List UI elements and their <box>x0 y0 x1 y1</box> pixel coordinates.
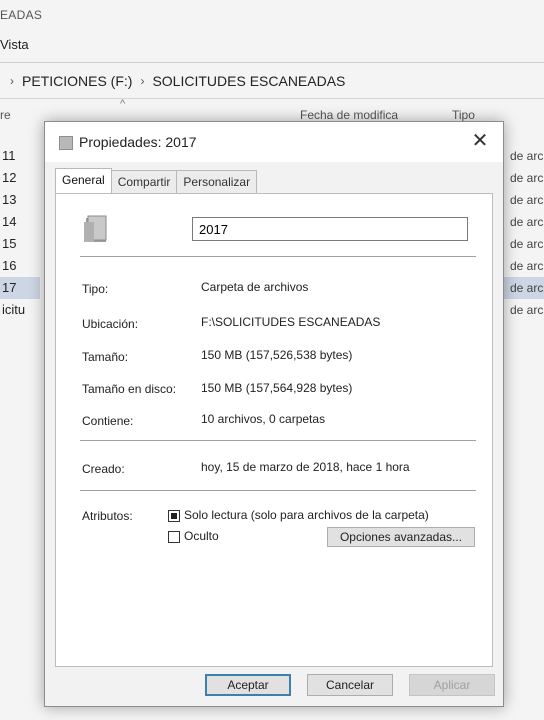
column-header-date[interactable]: Fecha de modifica <box>300 108 398 122</box>
dialog-title: Propiedades: 2017 <box>79 134 197 150</box>
breadcrumb-item-drive[interactable]: PETICIONES (F:) <box>22 73 132 89</box>
list-item-type[interactable]: de arc <box>500 211 544 233</box>
list-item[interactable]: 16 <box>0 255 40 277</box>
column-header-type[interactable]: Tipo <box>452 108 475 122</box>
tab-personalizar[interactable]: Personalizar <box>176 170 258 195</box>
readonly-checkbox[interactable] <box>168 510 180 522</box>
tab-compartir[interactable]: Compartir <box>110 170 178 195</box>
menu-vista[interactable]: Vista <box>0 37 29 52</box>
folder-icon <box>84 215 107 242</box>
divider <box>80 440 476 441</box>
list-item[interactable]: 14 <box>0 211 40 233</box>
contiene-label: Contiene: <box>82 414 134 428</box>
tab-strip: General Compartir Personalizar <box>55 168 258 195</box>
dialog-titlebar[interactable]: Propiedades: 2017 ✕ <box>45 122 503 162</box>
divider <box>80 490 476 491</box>
hidden-checkbox-label[interactable]: Oculto <box>184 529 219 543</box>
cancel-button[interactable]: Cancelar <box>307 674 393 696</box>
list-item[interactable]: 12 <box>0 167 40 189</box>
contiene-value: 10 archivos, 0 carpetas <box>201 412 326 426</box>
tab-general[interactable]: General <box>55 168 112 193</box>
sort-caret-icon: ^ <box>120 98 126 110</box>
column-header-name[interactable]: re <box>0 108 11 122</box>
tamano-disco-label: Tamaño en disco: <box>82 382 177 396</box>
atributos-label: Atributos: <box>82 509 133 523</box>
list-item-type[interactable]: de arc <box>500 255 544 277</box>
chevron-right-icon[interactable]: › <box>140 74 144 88</box>
readonly-checkbox-label[interactable]: Solo lectura (solo para archivos de la c… <box>184 508 429 522</box>
creado-value: hoy, 15 de marzo de 2018, hace 1 hora <box>201 460 410 474</box>
hidden-checkbox[interactable] <box>168 531 180 543</box>
file-list-names: 11 12 13 14 15 16 17 icitu <box>0 145 40 321</box>
file-list-types: de arc de arc de arc de arc de arc de ar… <box>500 145 544 321</box>
window-title: EADAS <box>0 8 43 22</box>
address-divider <box>0 98 544 99</box>
properties-dialog: Propiedades: 2017 ✕ General Compartir Pe… <box>44 121 504 707</box>
list-item-type-selected[interactable]: de arc <box>500 277 544 299</box>
list-item[interactable]: 15 <box>0 233 40 255</box>
creado-label: Creado: <box>82 462 125 476</box>
tipo-value: Carpeta de archivos <box>201 280 309 294</box>
tamano-value: 150 MB (157,526,538 bytes) <box>201 348 353 362</box>
tipo-label: Tipo: <box>82 282 109 296</box>
list-item-selected[interactable]: 17 <box>0 277 40 299</box>
folder-name-input[interactable] <box>192 217 468 241</box>
ribbon-divider <box>0 62 544 63</box>
apply-button[interactable]: Aplicar <box>409 674 495 696</box>
tamano-disco-value: 150 MB (157,564,928 bytes) <box>201 381 353 395</box>
folder-icon <box>59 136 73 150</box>
breadcrumb-item-folder[interactable]: SOLICITUDES ESCANEADAS <box>152 73 345 89</box>
breadcrumb: › PETICIONES (F:) › SOLICITUDES ESCANEAD… <box>10 73 345 89</box>
chevron-right-icon[interactable]: › <box>10 74 14 88</box>
general-tab-panel: Tipo: Carpeta de archivos Ubicación: F:\… <box>55 193 493 667</box>
list-item-type[interactable]: de arc <box>500 233 544 255</box>
ubicacion-label: Ubicación: <box>82 317 139 331</box>
list-item[interactable]: icitu <box>0 299 40 321</box>
list-item-type[interactable]: de arc <box>500 189 544 211</box>
list-item[interactable]: 13 <box>0 189 40 211</box>
tamano-label: Tamaño: <box>82 350 129 364</box>
list-item-type[interactable]: de arc <box>500 299 544 321</box>
divider <box>80 256 476 257</box>
ok-button[interactable]: Aceptar <box>205 674 291 696</box>
list-item[interactable]: 11 <box>0 145 40 167</box>
list-item-type[interactable]: de arc <box>500 145 544 167</box>
ubicacion-value: F:\SOLICITUDES ESCANEADAS <box>201 315 381 329</box>
list-item-type[interactable]: de arc <box>500 167 544 189</box>
advanced-options-button[interactable]: Opciones avanzadas... <box>327 527 475 547</box>
close-button[interactable]: ✕ <box>467 128 493 154</box>
